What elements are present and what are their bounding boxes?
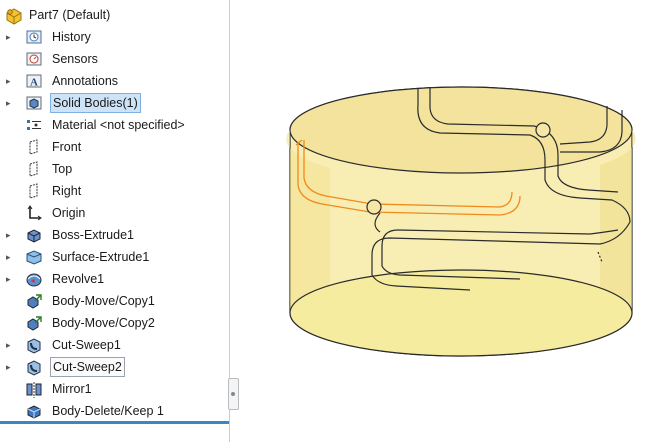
tree-item[interactable]: Mirror1 <box>0 378 228 400</box>
sensors-icon <box>25 51 43 67</box>
plane-icon <box>25 183 43 199</box>
tree-item[interactable]: Material <not specified> <box>0 114 228 136</box>
expand-arrow-icon[interactable]: ▸ <box>6 92 16 114</box>
tree-item[interactable]: ▸ Revolve1 <box>0 268 228 290</box>
tree-item[interactable]: ▸ Solid Bodies(1) <box>0 92 228 114</box>
history-icon <box>25 29 43 45</box>
tree-item[interactable]: Sensors <box>0 48 228 70</box>
body-move-icon <box>25 293 43 309</box>
expand-arrow-icon[interactable]: ▸ <box>6 268 16 290</box>
feature-manager-tree: Part7 (Default) ▸ History Sensors ▸ A Annotat… <box>0 0 230 442</box>
tree-item-label: Cut-Sweep2 <box>50 357 125 377</box>
tree-item[interactable]: Front <box>0 136 228 158</box>
expand-arrow-icon[interactable]: ▸ <box>6 224 16 246</box>
tree-item-label: Body-Move/Copy2 <box>52 316 155 330</box>
plane-icon <box>25 161 43 177</box>
annotations-icon: A <box>25 73 43 89</box>
boss-extrude-icon <box>25 227 43 243</box>
solid-bodies-icon <box>25 95 43 111</box>
expand-arrow-icon[interactable]: ▸ <box>6 356 16 378</box>
expand-arrow-icon[interactable]: ▸ <box>6 246 16 268</box>
expand-arrow-icon[interactable]: ▸ <box>6 26 16 48</box>
tree-item[interactable]: ▸ Cut-Sweep2 <box>0 356 228 378</box>
tree-item-label: Surface-Extrude1 <box>52 250 150 264</box>
tree-root-label: Part7 (Default) <box>29 8 111 22</box>
plane-icon <box>25 139 43 155</box>
tree-item-label: Body-Move/Copy1 <box>52 294 155 308</box>
tree-item-label: Origin <box>52 206 86 220</box>
cylinder-bottom-face <box>289 269 633 357</box>
expand-arrow-icon[interactable]: ▸ <box>6 334 16 356</box>
body-move-icon <box>25 315 43 331</box>
tree-item[interactable]: ▸ Surface-Extrude1 <box>0 246 228 268</box>
tree-item[interactable]: Body-Move/Copy1 <box>0 290 228 312</box>
tree-item-label: History <box>52 30 91 44</box>
graphics-viewport[interactable] <box>230 0 651 442</box>
expand-arrow-icon[interactable]: ▸ <box>6 70 16 92</box>
tree-item-label: Solid Bodies(1) <box>50 93 141 113</box>
cylinder-top-face <box>289 86 633 174</box>
tree-item-label: Body-Delete/Keep 1 <box>52 404 164 418</box>
tree-item-label: Cut-Sweep1 <box>52 338 121 352</box>
tree-item[interactable]: Body-Delete/Keep 1 <box>0 400 228 422</box>
tree-bottom-bar <box>0 421 229 424</box>
body-delete-icon <box>25 403 43 419</box>
tree-item-label: Material <not specified> <box>52 118 185 132</box>
tree-item-label: Right <box>52 184 82 198</box>
surface-extrude-icon <box>25 249 43 265</box>
tree-item[interactable]: Origin <box>0 202 228 224</box>
cut-sweep-icon <box>25 359 43 376</box>
tree-item-label: Sensors <box>52 52 98 66</box>
tree-item-label: Revolve1 <box>52 272 105 286</box>
tree-item-label: Top <box>52 162 73 176</box>
material-icon <box>25 117 43 133</box>
tree-item[interactable]: ▸ Boss-Extrude1 <box>0 224 228 246</box>
cut-sweep-icon <box>25 337 43 354</box>
tree-item-label: Front <box>52 140 82 154</box>
revolve-icon <box>25 271 43 287</box>
tree-item[interactable]: Right <box>0 180 228 202</box>
tree-item-label: Boss-Extrude1 <box>52 228 134 242</box>
tree-item-label: Mirror1 <box>52 382 92 396</box>
tree-item-label: Annotations <box>52 74 119 88</box>
part-icon <box>4 7 22 25</box>
tree-item[interactable]: ▸ A Annotations <box>0 70 228 92</box>
tree-item[interactable]: ▸ History <box>0 26 228 48</box>
tree-item[interactable]: Body-Move/Copy2 <box>0 312 228 334</box>
origin-icon <box>25 205 43 221</box>
tree-item[interactable]: ▸ Cut-Sweep1 <box>0 334 228 356</box>
mirror-icon <box>25 381 43 398</box>
svg-text:A: A <box>30 77 38 89</box>
tree-item[interactable]: Top <box>0 158 228 180</box>
